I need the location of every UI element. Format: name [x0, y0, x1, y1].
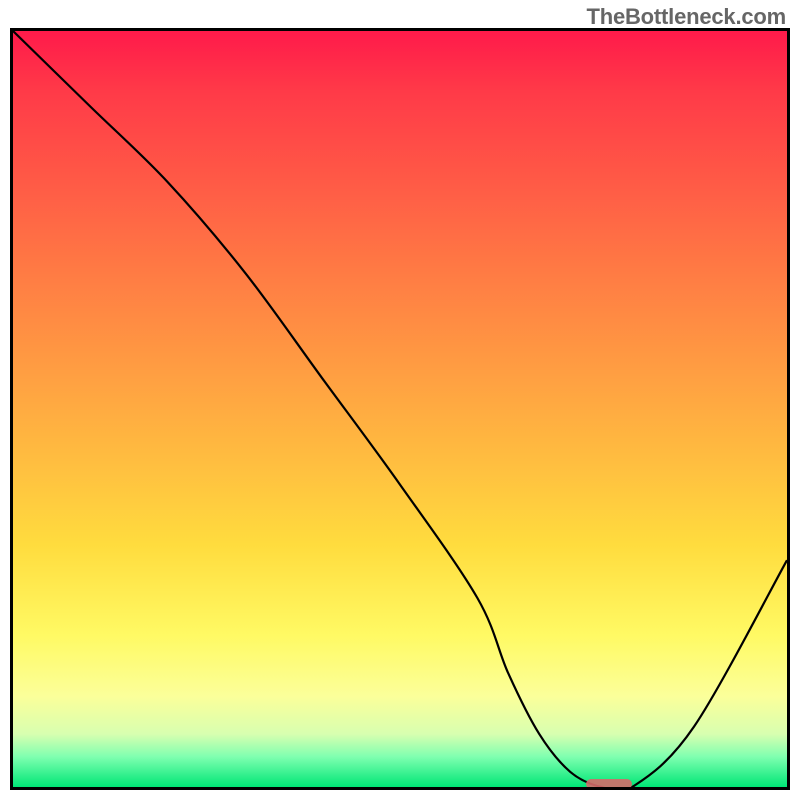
chart-frame	[10, 28, 790, 790]
min-marker	[586, 779, 632, 789]
chart-background-gradient	[13, 31, 787, 787]
chart-root: TheBottleneck.com	[0, 0, 800, 800]
attribution-link[interactable]: TheBottleneck.com	[586, 4, 786, 30]
attribution-text: TheBottleneck.com	[586, 4, 786, 29]
